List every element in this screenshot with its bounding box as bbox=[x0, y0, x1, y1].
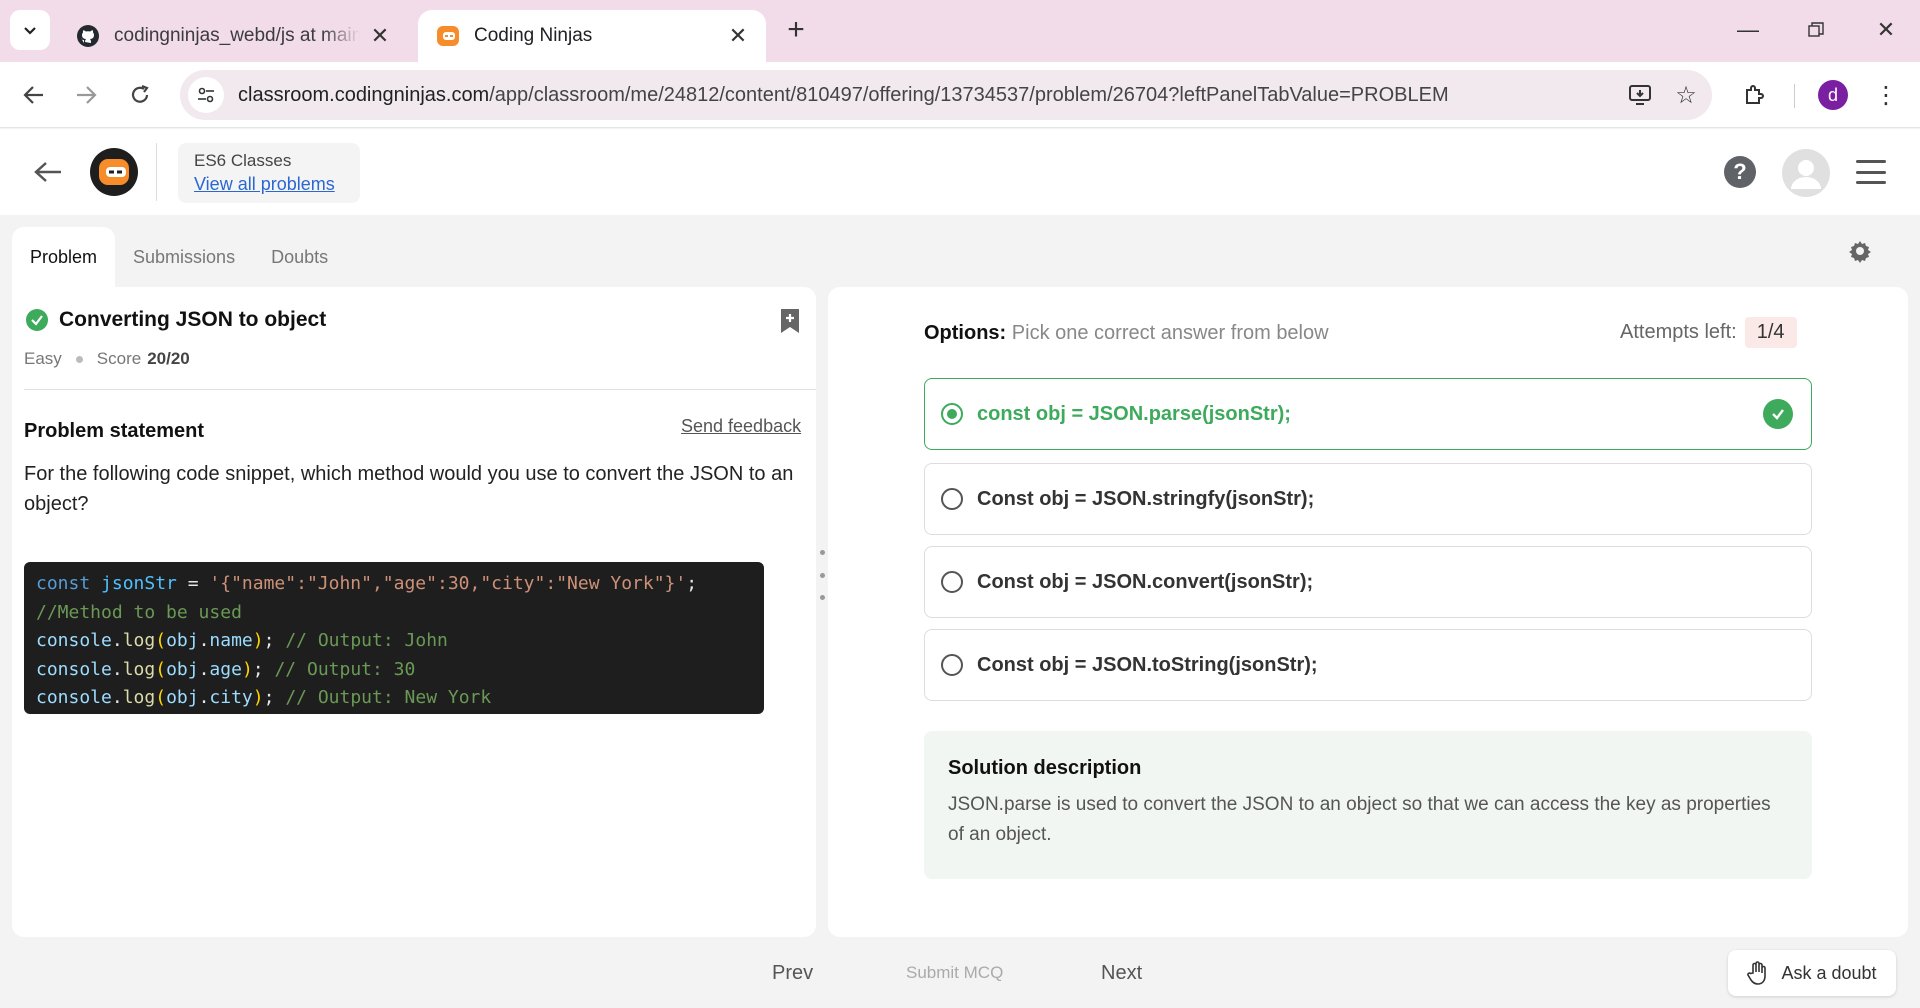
problem-title: Converting JSON to object bbox=[59, 308, 327, 331]
user-avatar-icon[interactable] bbox=[1782, 149, 1830, 197]
problem-tabs: Problem Submissions Doubts bbox=[12, 227, 346, 287]
difficulty-label: Easy bbox=[24, 349, 62, 368]
back-arrow-icon[interactable] bbox=[30, 154, 66, 190]
reload-icon[interactable] bbox=[120, 75, 160, 115]
hand-icon bbox=[1747, 961, 1769, 985]
attempts-badge: 1/4 bbox=[1744, 317, 1797, 348]
divider bbox=[24, 389, 816, 390]
option-text: const obj = JSON.parse(jsonStr); bbox=[977, 402, 1291, 425]
solution-description: Solution description JSON.parse is used … bbox=[924, 731, 1812, 879]
header-divider bbox=[156, 143, 157, 201]
score-label: Score bbox=[96, 349, 142, 368]
submit-mcq-button[interactable]: Submit MCQ bbox=[906, 958, 1003, 988]
radio-button[interactable] bbox=[941, 571, 963, 593]
ask-a-doubt-button[interactable]: Ask a doubt bbox=[1728, 950, 1896, 996]
course-name: ES6 Classes bbox=[194, 151, 292, 170]
site-info-icon[interactable] bbox=[188, 77, 224, 113]
gear-icon[interactable] bbox=[1846, 237, 1874, 265]
tab-submissions[interactable]: Submissions bbox=[115, 227, 253, 287]
code-snippet: const jsonStr = '{"name":"John","age":30… bbox=[24, 562, 764, 714]
app-header: ES6 Classes View all problems ? bbox=[0, 129, 1920, 215]
mcq-panel: Options: Pick one correct answer from be… bbox=[828, 287, 1908, 937]
tab-doubts[interactable]: Doubts bbox=[253, 227, 346, 287]
ask-label: Ask a doubt bbox=[1781, 962, 1877, 983]
address-bar[interactable]: classroom.codingninjas.com/app/classroom… bbox=[180, 70, 1712, 120]
tab-problem[interactable]: Problem bbox=[12, 227, 116, 287]
new-tab-button[interactable]: + bbox=[780, 13, 812, 46]
extensions-icon[interactable] bbox=[1734, 75, 1774, 115]
github-icon bbox=[76, 24, 100, 48]
bookmark-icon[interactable] bbox=[778, 307, 802, 335]
attempts-left: Attempts left: 1/4 bbox=[1620, 317, 1797, 348]
more-menu-icon[interactable]: ⋮ bbox=[1866, 75, 1906, 115]
coding-ninjas-icon bbox=[436, 24, 460, 48]
radio-button[interactable] bbox=[941, 488, 963, 510]
option-2[interactable]: Const obj = JSON.stringfy(jsonStr); bbox=[924, 463, 1812, 535]
url-text: classroom.codingninjas.com/app/classroom… bbox=[238, 83, 1449, 106]
solution-heading: Solution description bbox=[948, 757, 1142, 779]
forward-icon[interactable] bbox=[66, 75, 106, 115]
question-text: For the following code snippet, which me… bbox=[24, 463, 794, 515]
options-label: Options: Pick one correct answer from be… bbox=[924, 322, 1329, 344]
tab-github[interactable]: codingninjas_webd/js at main · ✕ bbox=[58, 10, 408, 62]
option-text: Const obj = JSON.toString(jsonStr); bbox=[977, 653, 1318, 676]
next-button[interactable]: Next bbox=[1101, 958, 1142, 988]
problem-meta: Easy Score 20/20 bbox=[24, 349, 190, 369]
tab-title: Coding Ninjas bbox=[474, 25, 593, 46]
option-4[interactable]: Const obj = JSON.toString(jsonStr); bbox=[924, 629, 1812, 701]
problem-panel: Converting JSON to object Easy Score 20/… bbox=[12, 287, 816, 937]
option-3[interactable]: Const obj = JSON.convert(jsonStr); bbox=[924, 546, 1812, 618]
attempts-label: Attempts left: bbox=[1620, 321, 1737, 343]
tab-title: codingninjas_webd/js at main · bbox=[114, 25, 360, 46]
panel-resize-handle[interactable] bbox=[818, 550, 826, 600]
score-value: 20/20 bbox=[147, 349, 190, 368]
restore-icon[interactable] bbox=[1796, 14, 1836, 46]
minimize-icon[interactable]: — bbox=[1728, 14, 1768, 46]
send-feedback-link[interactable]: Send feedback bbox=[681, 416, 801, 437]
close-icon[interactable]: ✕ bbox=[370, 23, 390, 48]
toolbar-divider bbox=[1794, 84, 1795, 108]
course-breadcrumb: ES6 Classes View all problems bbox=[178, 143, 360, 203]
tab-search-button[interactable] bbox=[10, 10, 50, 50]
install-app-icon[interactable] bbox=[1620, 70, 1660, 120]
correct-check-icon bbox=[1763, 399, 1793, 429]
solution-body: JSON.parse is used to convert the JSON t… bbox=[948, 794, 1771, 845]
help-icon[interactable]: ? bbox=[1724, 156, 1756, 188]
problem-statement-heading: Problem statement bbox=[24, 420, 205, 442]
window-close-icon[interactable]: ✕ bbox=[1866, 14, 1906, 46]
close-icon[interactable]: ✕ bbox=[728, 23, 748, 48]
radio-button[interactable] bbox=[941, 403, 963, 425]
solved-check-icon bbox=[26, 309, 48, 331]
meta-separator bbox=[75, 355, 83, 363]
prev-button[interactable]: Prev bbox=[772, 958, 813, 988]
coding-ninjas-logo[interactable] bbox=[90, 148, 138, 196]
hamburger-menu-icon[interactable] bbox=[1856, 157, 1886, 187]
browser-toolbar: classroom.codingninjas.com/app/classroom… bbox=[0, 62, 1920, 128]
chevron-down-icon bbox=[24, 27, 36, 35]
back-icon[interactable] bbox=[14, 75, 54, 115]
radio-button[interactable] bbox=[941, 654, 963, 676]
view-all-problems-link[interactable]: View all problems bbox=[194, 174, 344, 195]
profile-avatar[interactable]: d bbox=[1818, 80, 1848, 110]
tab-coding-ninjas[interactable]: Coding Ninjas ✕ bbox=[418, 10, 766, 62]
option-text: Const obj = JSON.stringfy(jsonStr); bbox=[977, 487, 1315, 510]
star-icon[interactable]: ☆ bbox=[1666, 70, 1706, 120]
option-text: Const obj = JSON.convert(jsonStr); bbox=[977, 570, 1314, 593]
option-1[interactable]: const obj = JSON.parse(jsonStr); bbox=[924, 378, 1812, 450]
browser-tab-bar: codingninjas_webd/js at main · ✕ Coding … bbox=[0, 0, 1920, 62]
